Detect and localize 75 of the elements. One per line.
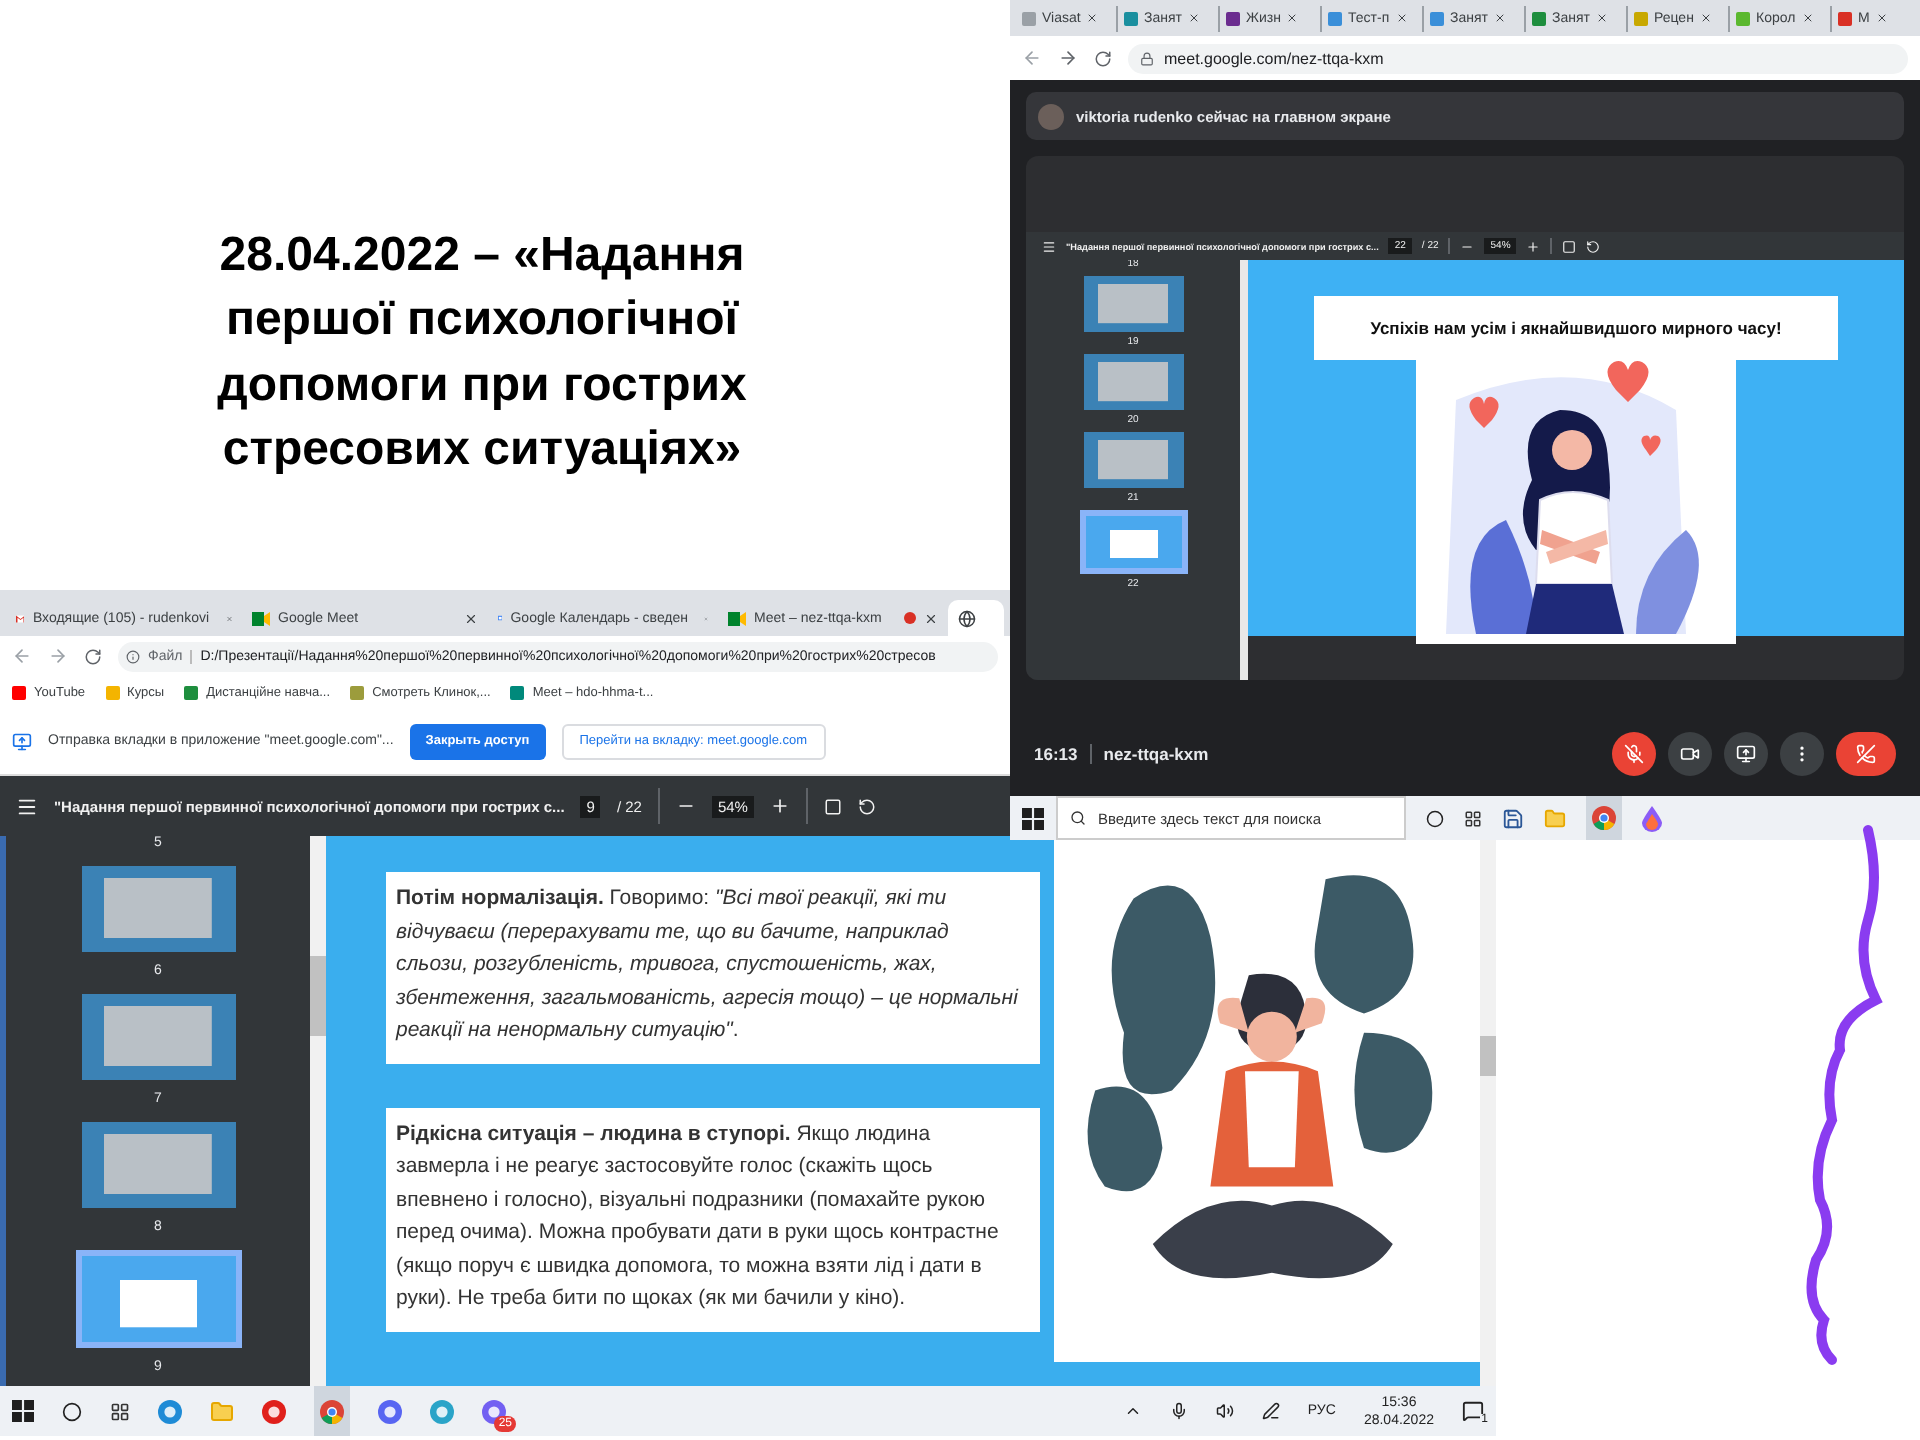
close-icon[interactable] [1875, 12, 1888, 24]
video-camera-icon [728, 611, 746, 625]
video-camera-icon [252, 611, 270, 625]
close-icon[interactable] [1086, 12, 1099, 24]
zoom-in-icon[interactable] [769, 796, 790, 816]
fit-page-icon[interactable] [823, 797, 842, 815]
rotate-icon[interactable] [1586, 239, 1601, 253]
slide-thumbnail[interactable] [81, 1122, 235, 1208]
globe-icon [958, 609, 976, 627]
search-icon [1070, 810, 1086, 826]
slide-title: 28.04.2022 – «Надання першої психологічної допомоги при гострих стресових ситуаціях» [215, 226, 749, 481]
chrome-icon[interactable] [1592, 806, 1616, 830]
browser-tab[interactable] [948, 600, 1004, 636]
back-icon[interactable] [1022, 48, 1042, 68]
calendar-icon [498, 610, 503, 626]
pen-icon[interactable] [1261, 1402, 1280, 1420]
slide-thumbnail[interactable] [1083, 276, 1183, 332]
slide-text: Потім нормалізація. Говоримо: "Всі твої реакції, які ти відчуваєш (перерахувати те, що ви бачите, наприклад сльози, розгубленість, тривога, спустошеність, жах, збентеження, загальмованість, агресія тощо) – це нормальні реакції на ненормальну ситуацію". [386, 872, 1040, 1063]
close-icon[interactable] [464, 611, 478, 625]
avatar [1038, 103, 1064, 129]
scrollbar[interactable] [1480, 836, 1496, 1386]
info-icon [126, 649, 140, 663]
slide-thumbnail[interactable] [1083, 354, 1183, 410]
present-button[interactable] [1724, 732, 1768, 776]
slide-text: Рідкісна ситуація – людина в ступорі. Якщо людина завмерла і не реагує застосовуйте голос (скажіть щось впевнено і голосно), візуальні подразники (помахайте рукою перед очима). Можна пробувати дати в руки щось контрастне (якщо поруч є швидка допомога, то можна взяти лід і дати в руки). Не треба бити по щоках (як ми бачили у кіно). [386, 1107, 1040, 1331]
reload-icon[interactable] [1094, 49, 1112, 67]
task-view-icon[interactable] [1464, 809, 1482, 827]
close-icon[interactable] [1395, 12, 1408, 24]
close-icon[interactable] [1801, 12, 1814, 24]
task-view-icon[interactable] [110, 1401, 130, 1421]
hang-up-button[interactable] [1836, 732, 1896, 776]
forward-icon[interactable] [1058, 48, 1078, 68]
monitor-icon [12, 731, 32, 751]
notifications-icon[interactable] [1462, 1400, 1484, 1422]
slide-thumbnail[interactable] [75, 1250, 241, 1348]
address-bar[interactable]: meet.google.com/nez-ttqa-kxm [1128, 43, 1908, 73]
scrollbar[interactable] [310, 836, 326, 1386]
meeting-code: nez-ttqa-kxm [1103, 744, 1209, 764]
slide-thumbnail[interactable] [81, 866, 235, 952]
present-screen-icon [1736, 744, 1756, 764]
phone-icon [1856, 744, 1876, 764]
speaker-icon[interactable] [1215, 1402, 1234, 1420]
lock-icon [1140, 51, 1154, 65]
chrome-icon[interactable] [320, 1399, 344, 1423]
slide-thumbnail[interactable] [1079, 510, 1187, 574]
menu-icon[interactable] [16, 795, 38, 817]
camera-button[interactable] [1668, 732, 1712, 776]
back-icon[interactable] [12, 646, 32, 666]
slide-caption: Успіхів нам усім і якнайшвидшого мирного часу! [1314, 296, 1838, 360]
close-icon[interactable] [1699, 12, 1712, 24]
fit-page-icon[interactable] [1562, 239, 1577, 253]
call-time: 16:13 [1034, 744, 1078, 764]
mail-icon [16, 611, 25, 625]
menu-icon[interactable] [1042, 239, 1056, 253]
close-icon[interactable] [1286, 12, 1299, 24]
close-icon[interactable] [924, 611, 938, 625]
close-icon[interactable] [1595, 12, 1608, 24]
rotate-icon[interactable] [857, 797, 876, 815]
microphone-button[interactable] [1612, 732, 1656, 776]
cortana-icon[interactable] [1426, 809, 1444, 827]
slide-thumbnail[interactable] [1083, 432, 1183, 488]
mic-icon[interactable] [1169, 1402, 1188, 1420]
chevron-up-icon[interactable] [1123, 1402, 1142, 1420]
camera-icon [1680, 744, 1700, 764]
reload-icon[interactable] [84, 647, 102, 665]
close-icon[interactable] [1187, 12, 1200, 24]
slide-thumbnail[interactable] [81, 994, 235, 1080]
close-icon[interactable] [1493, 12, 1506, 24]
zoom-in-icon[interactable] [1526, 239, 1541, 253]
forward-icon[interactable] [48, 646, 68, 666]
windows-start-icon[interactable] [1022, 807, 1044, 829]
windows-start-icon[interactable] [12, 1400, 34, 1422]
cortana-icon[interactable] [62, 1401, 82, 1421]
drop-icon[interactable] [1642, 805, 1662, 831]
mic-off-icon [1624, 744, 1644, 764]
